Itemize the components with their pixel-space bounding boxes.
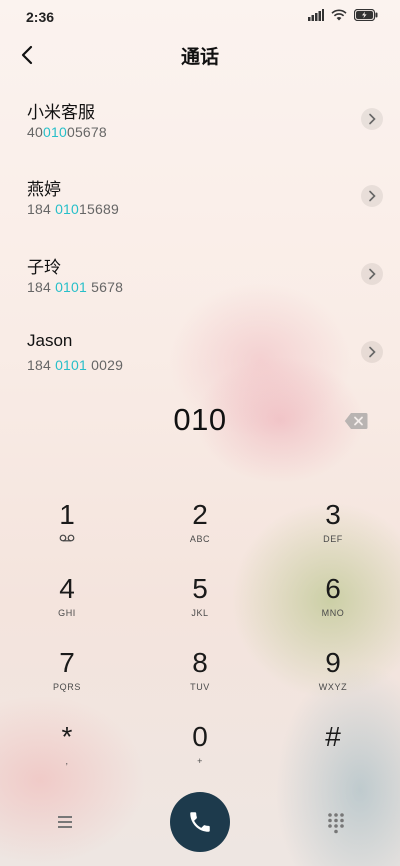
key-8[interactable]: 8 TUV bbox=[140, 646, 260, 710]
contact-number: 4001005678 bbox=[27, 124, 107, 140]
key-digit: 0 bbox=[192, 721, 208, 752]
status-time: 2:36 bbox=[26, 9, 55, 25]
contact-detail-button[interactable] bbox=[361, 263, 383, 285]
number-prefix: 184 bbox=[27, 279, 56, 295]
dialpad-icon bbox=[328, 813, 344, 834]
nav-bar: 通话 bbox=[0, 36, 400, 76]
contact-detail-button[interactable] bbox=[361, 108, 383, 130]
menu-button[interactable] bbox=[53, 810, 77, 834]
result-row[interactable]: 子玲 184 0101 5678 bbox=[0, 235, 400, 311]
contact-name: Jason bbox=[27, 331, 73, 350]
key-digit: 4 bbox=[59, 573, 75, 604]
contact-detail-button[interactable] bbox=[361, 341, 383, 363]
number-match: 010 bbox=[55, 201, 80, 217]
chevron-right-icon bbox=[369, 190, 376, 202]
contact-name: 小米客服 bbox=[27, 103, 95, 122]
key-digit: # bbox=[325, 721, 341, 752]
number-suffix: 5678 bbox=[87, 279, 124, 295]
key-7[interactable]: 7 PQRS bbox=[7, 646, 127, 710]
result-row[interactable]: 小米客服 4001005678 bbox=[0, 80, 400, 156]
key-letters bbox=[273, 756, 393, 768]
page-title: 通话 bbox=[180, 47, 219, 68]
number-prefix: 184 bbox=[27, 201, 56, 217]
key-digit: * bbox=[61, 721, 73, 752]
number-match: 0101 bbox=[55, 279, 88, 295]
contact-number: 184 0101 0029 bbox=[27, 357, 123, 373]
key-letters: WXYZ bbox=[318, 682, 348, 692]
key-digit: 6 bbox=[325, 573, 341, 604]
key-letters: PQRS bbox=[53, 682, 81, 692]
key-letters: GHI bbox=[58, 608, 76, 618]
backspace-button[interactable] bbox=[344, 412, 368, 430]
contact-name: 燕婷 bbox=[27, 180, 61, 199]
menu-icon bbox=[58, 816, 72, 828]
call-button[interactable] bbox=[170, 792, 230, 852]
key-5[interactable]: 5 JKL bbox=[140, 572, 260, 636]
key-6[interactable]: 6 MNO bbox=[273, 572, 393, 636]
number-suffix: 05678 bbox=[66, 124, 107, 140]
key-digit: 1 bbox=[59, 499, 75, 530]
key-digit: 2 bbox=[192, 499, 208, 530]
result-row[interactable]: 燕婷 184 01015689 bbox=[0, 157, 400, 233]
dialpad-toggle-button[interactable] bbox=[324, 810, 348, 834]
key-letters: , bbox=[65, 756, 69, 766]
contact-detail-button[interactable] bbox=[361, 185, 383, 207]
wifi-icon bbox=[331, 9, 347, 21]
number-suffix: 0029 bbox=[87, 357, 124, 373]
contact-number: 184 01015689 bbox=[27, 201, 119, 217]
key-2[interactable]: 2 ABC bbox=[140, 498, 260, 562]
key-letters: TUV bbox=[190, 682, 210, 692]
number-match: 0101 bbox=[55, 357, 88, 373]
voicemail-icon bbox=[7, 534, 127, 546]
number-prefix: 184 bbox=[27, 357, 56, 373]
chevron-right-icon bbox=[369, 346, 376, 358]
result-row[interactable]: Jason 184 0101 0029 bbox=[0, 313, 400, 389]
key-0[interactable]: 0 + bbox=[140, 720, 260, 784]
key-digit: 7 bbox=[59, 647, 75, 678]
key-letters: JKL bbox=[191, 608, 209, 618]
signal-icon bbox=[308, 9, 324, 21]
backspace-icon bbox=[344, 413, 368, 429]
key-letters: + bbox=[197, 756, 203, 766]
key-digit: 5 bbox=[192, 573, 208, 604]
key-digit: 9 bbox=[325, 647, 341, 678]
battery-icon bbox=[354, 9, 378, 21]
number-prefix: 40 bbox=[27, 124, 43, 140]
dialed-number-display: 010 bbox=[173, 402, 227, 437]
key-letters: MNO bbox=[321, 608, 345, 618]
contact-name: 子玲 bbox=[27, 258, 61, 277]
key-digit: 3 bbox=[325, 499, 341, 530]
phone-icon bbox=[190, 812, 210, 832]
key-letters: DEF bbox=[323, 534, 343, 544]
bottom-actions bbox=[0, 790, 400, 856]
key-star[interactable]: * , bbox=[7, 720, 127, 784]
key-hash[interactable]: # bbox=[273, 720, 393, 784]
status-bar: 2:36 bbox=[0, 0, 400, 34]
key-digit: 8 bbox=[192, 647, 208, 678]
contact-number: 184 0101 5678 bbox=[27, 279, 123, 295]
chevron-right-icon bbox=[369, 268, 376, 280]
key-letters: ABC bbox=[189, 534, 211, 544]
key-3[interactable]: 3 DEF bbox=[273, 498, 393, 562]
key-9[interactable]: 9 WXYZ bbox=[273, 646, 393, 710]
number-match: 010 bbox=[42, 124, 67, 140]
status-icons bbox=[308, 9, 378, 21]
key-1[interactable]: 1 bbox=[7, 498, 127, 562]
key-4[interactable]: 4 GHI bbox=[7, 572, 127, 636]
chevron-right-icon bbox=[369, 113, 376, 125]
number-suffix: 15689 bbox=[79, 201, 119, 217]
